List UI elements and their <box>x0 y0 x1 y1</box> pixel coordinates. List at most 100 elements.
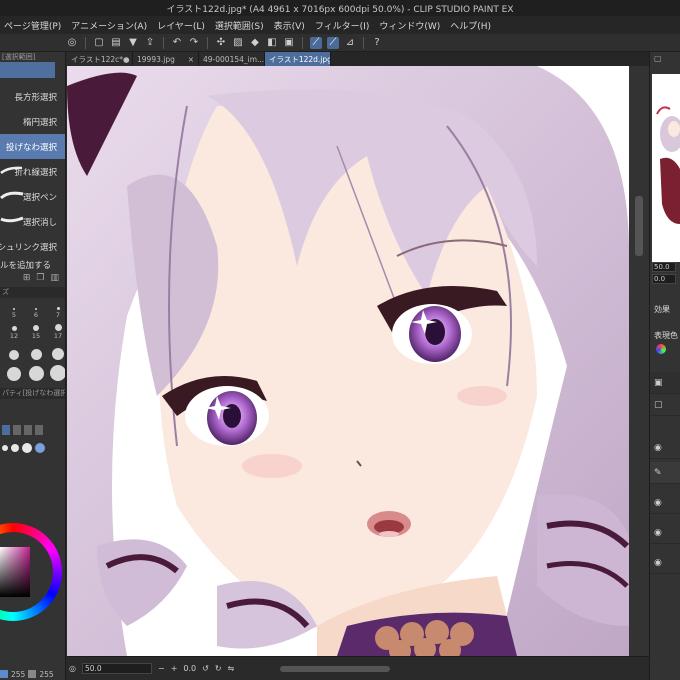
navigator-preview[interactable] <box>652 74 680 262</box>
eye-icon[interactable]: ◉ <box>654 443 662 453</box>
layer-row[interactable]: ◉ <box>650 552 680 574</box>
layer-row[interactable]: ◉ <box>650 492 680 514</box>
menu-filter[interactable]: フィルター(I) <box>315 19 370 32</box>
vertical-scrollbar[interactable] <box>629 66 649 656</box>
stroke-preview-icon <box>0 166 23 174</box>
brush-size-option[interactable] <box>26 342 46 361</box>
copy-icon[interactable]: ❐ <box>36 273 44 287</box>
canvas-tabs: イラスト122c*● 19993.jpg × 49-000154_im...× イ… <box>67 52 649 66</box>
pen-icon[interactable]: ✎ <box>654 468 662 478</box>
layer-toolbar: ▣ <box>650 372 680 394</box>
ruler-edit-icon[interactable]: ⊿ <box>344 37 356 49</box>
tab-illust-122d[interactable]: イラスト122d.jpg*● <box>265 52 331 66</box>
new-icon[interactable]: ▢ <box>93 37 105 49</box>
subtool-lasso-select[interactable]: 投げなわ選択 <box>0 134 65 159</box>
antialias-strong-icon[interactable] <box>35 443 45 453</box>
size-dot-icon <box>30 349 42 360</box>
mode-subtract-icon[interactable] <box>24 425 32 435</box>
layer-settings-icon[interactable]: ▣ <box>654 378 663 388</box>
menu-layer[interactable]: レイヤー(L) <box>157 19 205 32</box>
close-icon[interactable]: × <box>188 55 194 64</box>
tab-49-000154[interactable]: 49-000154_im...× <box>199 52 265 66</box>
color-swatch-icon[interactable] <box>28 670 37 678</box>
antialias-weak-icon[interactable] <box>11 444 19 452</box>
horizontal-scrollbar[interactable] <box>280 665 391 672</box>
save-icon[interactable]: ▼ <box>127 37 139 49</box>
brush-size-option[interactable] <box>26 363 46 382</box>
menu-view[interactable]: 表示(V) <box>274 19 305 32</box>
eye-icon[interactable]: ◉ <box>654 498 662 508</box>
panel-menu-icon[interactable]: ▢ <box>654 54 662 63</box>
drawing-canvas[interactable] <box>67 66 629 656</box>
subtool-label: 楕円選択 <box>22 117 57 128</box>
color-mode-icon[interactable] <box>656 344 666 354</box>
menu-help[interactable]: ヘルプ(H) <box>450 19 491 32</box>
menu-window[interactable]: ウィンドウ(W) <box>379 19 440 32</box>
brush-size-option[interactable]: 17 <box>48 321 65 340</box>
brush-size-option[interactable] <box>48 363 65 382</box>
tab-illust-122c[interactable]: イラスト122c* ● <box>67 52 133 66</box>
eye-icon[interactable]: ◉ <box>654 528 662 538</box>
menu-page[interactable]: ページ管理(P) <box>4 19 61 32</box>
zoom-field[interactable]: 50.0 <box>81 663 152 674</box>
zoom-reset-icon[interactable]: ◎ <box>69 664 76 673</box>
size-label: 5 <box>11 311 17 319</box>
brush-size-option[interactable] <box>48 342 65 361</box>
brush-size-option[interactable]: 12 <box>4 321 24 340</box>
layer-row[interactable]: ✎ <box>650 462 680 484</box>
zoom-out-icon[interactable]: − <box>158 664 165 673</box>
redo-icon[interactable]: ↷ <box>188 37 200 49</box>
menu-selection[interactable]: 選択範囲(S) <box>215 19 264 32</box>
mode-intersect-icon[interactable] <box>35 425 43 435</box>
rotate-left-icon[interactable]: ↺ <box>202 664 209 673</box>
brush-size-option[interactable]: 15 <box>26 321 46 340</box>
clear-icon[interactable]: ✣ <box>215 37 227 49</box>
antialias-none-icon[interactable] <box>2 445 8 451</box>
flip-icon[interactable]: ⇋ <box>228 664 235 673</box>
subtool-erase-selection[interactable]: 選択消し <box>0 209 65 234</box>
mode-add-icon[interactable] <box>13 425 21 435</box>
subtool-group-tab[interactable] <box>0 62 55 78</box>
brush-size-option[interactable]: 6 <box>26 300 46 319</box>
subtool-rectangle-select[interactable]: 長方形選択 <box>0 84 65 109</box>
undo-icon[interactable]: ↶ <box>171 37 183 49</box>
subtool-selection-pen[interactable]: 選択ペン <box>0 184 65 209</box>
brush-size-option[interactable] <box>4 342 24 361</box>
snap-special-icon[interactable]: ⟋ <box>327 36 339 49</box>
subtool-shrink-select[interactable]: シュリンク選択 <box>0 234 65 259</box>
open-icon[interactable]: ▤ <box>110 37 122 49</box>
navigator-zoom-field[interactable]: 50.0 <box>652 262 676 272</box>
invert-icon[interactable]: ◧ <box>266 37 278 49</box>
close-icon[interactable]: ● <box>123 55 130 64</box>
scroll-thumb[interactable] <box>635 196 643 256</box>
brush-size-option[interactable] <box>4 363 24 382</box>
menu-animation[interactable]: アニメーション(A) <box>71 19 147 32</box>
navigator-rotate-field[interactable]: 0.0 <box>652 274 676 284</box>
eye-icon[interactable]: ◉ <box>654 558 662 568</box>
snap-icon[interactable]: ⟋ <box>310 36 322 49</box>
export-icon[interactable]: ⇪ <box>144 37 156 49</box>
blend-mode-icon[interactable]: ▢ <box>654 400 663 410</box>
ruler-icon[interactable]: ▣ <box>283 37 295 49</box>
saturation-value-square[interactable] <box>0 547 30 597</box>
layer-row[interactable]: ◉ <box>650 437 680 459</box>
brush-size-option[interactable]: 7 <box>48 300 65 319</box>
zoom-in-icon[interactable]: + <box>171 664 178 673</box>
tab-19993[interactable]: 19993.jpg × <box>133 52 199 66</box>
antialias-medium-icon[interactable] <box>22 443 32 453</box>
fill-icon[interactable]: ▨ <box>232 37 244 49</box>
add-icon[interactable]: ⊞ <box>23 273 31 287</box>
size-dot-icon <box>52 348 64 360</box>
subtool-ellipse-select[interactable]: 楕円選択 <box>0 109 65 134</box>
mode-new-icon[interactable] <box>2 425 10 435</box>
brush-size-option[interactable]: 5 <box>4 300 24 319</box>
deselect-icon[interactable]: ◆ <box>249 37 261 49</box>
subtool-polyline-select[interactable]: 折れ線選択 <box>0 159 65 184</box>
help-icon[interactable]: ? <box>371 37 383 49</box>
rotate-right-icon[interactable]: ↻ <box>215 664 222 673</box>
clip-studio-icon[interactable]: ◎ <box>66 37 78 49</box>
layer-row[interactable]: ◉ <box>650 522 680 544</box>
add-subtool-link[interactable]: ルを追加する <box>0 259 65 273</box>
color-swatch-icon[interactable] <box>0 670 8 678</box>
trash-icon[interactable]: ▥ <box>50 273 59 287</box>
